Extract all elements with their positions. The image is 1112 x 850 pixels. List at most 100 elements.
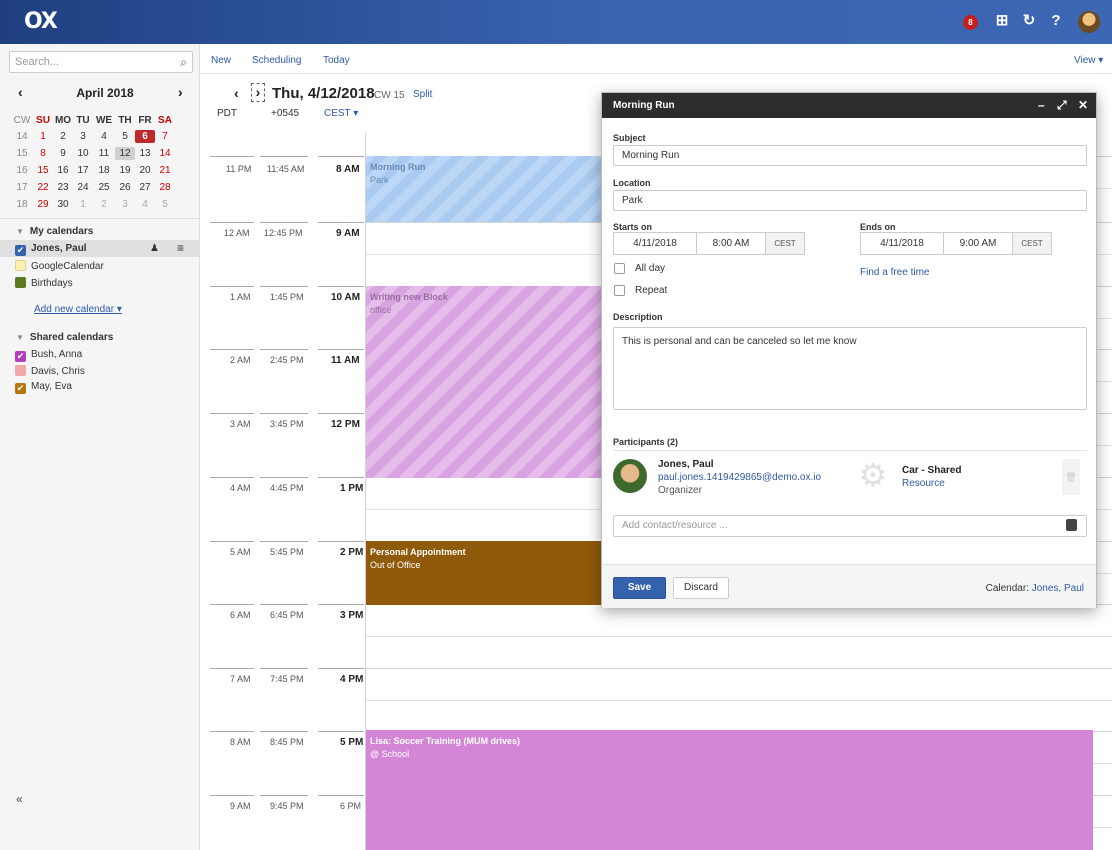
prev-day-button[interactable]: ‹ — [234, 85, 239, 101]
end-time-input[interactable]: 9:00 AM — [943, 232, 1013, 255]
day-title[interactable]: Thu, 4/12/2018 — [272, 85, 375, 102]
day-cell[interactable]: 5 — [155, 198, 175, 211]
event-personal-appointment[interactable]: Personal Appointment Out of Office — [366, 541, 602, 605]
day-cell[interactable]: 13 — [135, 147, 155, 160]
day-cell[interactable]: 2 — [94, 198, 114, 211]
day-cell[interactable]: 25 — [94, 181, 114, 194]
day-cell-today[interactable]: 6 — [135, 130, 155, 143]
day-cell[interactable]: 26 — [115, 181, 135, 194]
day-cell[interactable]: 1 — [33, 130, 53, 143]
person-icon[interactable]: ♟ — [150, 243, 159, 254]
dialog-header[interactable]: Morning Run – ⤢ ✕ — [602, 93, 1096, 118]
day-cell[interactable]: 22 — [33, 181, 53, 194]
calendar-item-may-eva[interactable]: ✔ May, Eva — [15, 381, 72, 397]
calendar-item-googlecalendar[interactable]: GoogleCalendar — [15, 260, 104, 276]
end-date-input[interactable]: 4/11/2018 — [860, 232, 944, 255]
day-cell[interactable]: 24 — [73, 181, 93, 194]
split-button[interactable]: Split — [413, 89, 432, 100]
minimize-icon[interactable]: – — [1038, 98, 1045, 112]
next-month-button[interactable]: › — [178, 84, 183, 100]
checkbox-icon[interactable] — [15, 260, 26, 271]
mini-calendar-title[interactable]: April 2018 — [60, 86, 150, 100]
location-input[interactable]: Park — [613, 190, 1087, 211]
collapse-sidebar-button[interactable]: « — [16, 792, 23, 806]
start-timezone-button[interactable]: CEST — [765, 232, 805, 255]
add-new-calendar-link[interactable]: Add new calendar ▾ — [34, 304, 122, 315]
day-cell[interactable]: 15 — [33, 164, 53, 177]
help-icon[interactable]: ? — [1047, 12, 1065, 30]
day-cell[interactable]: 16 — [53, 164, 73, 177]
description-textarea[interactable]: This is personal and can be canceled so … — [613, 327, 1087, 410]
day-cell[interactable]: 27 — [135, 181, 155, 194]
day-cell[interactable]: 1 — [73, 198, 93, 211]
timezone-dropdown[interactable]: CEST ▾ — [324, 108, 358, 119]
day-cell[interactable]: 7 — [155, 130, 175, 143]
start-time-input[interactable]: 8:00 AM — [696, 232, 766, 255]
day-cell[interactable]: 10 — [73, 147, 93, 160]
save-button[interactable]: Save — [613, 577, 666, 599]
checkbox-checked-icon[interactable]: ✔ — [15, 351, 26, 362]
checkbox-icon[interactable] — [15, 365, 26, 376]
scheduling-button[interactable]: Scheduling — [252, 55, 301, 66]
day-cell[interactable]: 20 — [135, 164, 155, 177]
checkbox-checked-icon[interactable]: ✔ — [15, 383, 26, 394]
all-day-checkbox[interactable] — [614, 263, 625, 274]
day-cell[interactable]: 4 — [94, 130, 114, 143]
calendar-item-bush-anna[interactable]: ✔ Bush, Anna — [15, 349, 82, 365]
checkbox-checked-icon[interactable]: ✔ — [15, 245, 26, 256]
calendar-link[interactable]: Jones, Paul — [1032, 583, 1084, 594]
day-cell[interactable]: 3 — [73, 130, 93, 143]
calendar-item-davis-chris[interactable]: Davis, Chris — [15, 365, 85, 381]
search-icon[interactable]: ⌕ — [180, 55, 187, 70]
day-cell[interactable]: 23 — [53, 181, 73, 194]
repeat-checkbox[interactable] — [614, 285, 625, 296]
day-cell-selected[interactable]: 12 — [115, 147, 135, 160]
today-button[interactable]: Today — [323, 55, 350, 66]
shared-calendars-header[interactable]: ▼ Shared calendars — [16, 332, 113, 343]
resource-type[interactable]: Resource — [902, 478, 945, 489]
menu-icon[interactable]: ≡ — [177, 241, 184, 255]
calendar-item-jones-paul[interactable]: ✔ Jones, Paul — [15, 243, 87, 259]
new-button[interactable]: New — [211, 55, 231, 66]
event-writing-new-block[interactable]: Writing new Block office — [366, 286, 602, 478]
my-calendars-header[interactable]: ▼ My calendars — [16, 226, 93, 237]
refresh-icon[interactable]: ↻ — [1020, 12, 1038, 30]
day-cell[interactable]: 18 — [94, 164, 114, 177]
day-cell[interactable]: 11 — [94, 147, 114, 160]
day-cell[interactable]: 3 — [115, 198, 135, 211]
subject-input[interactable]: Morning Run — [613, 145, 1087, 166]
notification-badge[interactable]: 8 — [963, 15, 978, 30]
day-cell[interactable]: 4 — [135, 198, 155, 211]
calendar-item-birthdays[interactable]: Birthdays — [15, 277, 73, 293]
address-book-icon[interactable] — [1066, 519, 1077, 531]
day-cell[interactable]: 19 — [115, 164, 135, 177]
add-contact-input[interactable]: Add contact/resource ... — [613, 515, 1087, 537]
view-dropdown[interactable]: View ▾ — [1074, 55, 1103, 66]
day-cell[interactable]: 30 — [53, 198, 73, 211]
grid-icon[interactable]: ⊞ — [993, 12, 1011, 30]
event-morning-run[interactable]: Morning Run Park — [366, 156, 602, 222]
event-soccer-training[interactable]: Lisa: Soccer Training (MUM drives) @ Sch… — [366, 730, 1093, 850]
start-date-input[interactable]: 4/11/2018 — [613, 232, 697, 255]
day-cell[interactable]: 9 — [53, 147, 73, 160]
ox-logo[interactable]: OX — [24, 9, 58, 34]
user-avatar[interactable] — [1078, 11, 1100, 33]
day-cell[interactable]: 8 — [33, 147, 53, 160]
trash-icon[interactable]: 🗑 — [1062, 459, 1080, 495]
next-day-button[interactable]: › — [251, 83, 265, 102]
day-cell[interactable]: 21 — [155, 164, 175, 177]
participant-email[interactable]: paul.jones.1419429865@demo.ox.io — [658, 472, 821, 483]
day-cell[interactable]: 5 — [115, 130, 135, 143]
day-cell[interactable]: 2 — [53, 130, 73, 143]
day-cell[interactable]: 17 — [73, 164, 93, 177]
day-cell[interactable]: 28 — [155, 181, 175, 194]
expand-icon[interactable]: ⤢ — [1057, 98, 1067, 113]
day-cell[interactable]: 14 — [155, 147, 175, 160]
search-input[interactable]: Search... ⌕ — [9, 51, 193, 73]
close-icon[interactable]: ✕ — [1078, 98, 1088, 112]
prev-month-button[interactable]: ‹ — [18, 84, 23, 100]
discard-button[interactable]: Discard — [673, 577, 729, 599]
checkbox-icon[interactable] — [15, 277, 26, 288]
end-timezone-button[interactable]: CEST — [1012, 232, 1052, 255]
find-free-time-link[interactable]: Find a free time — [860, 267, 929, 278]
